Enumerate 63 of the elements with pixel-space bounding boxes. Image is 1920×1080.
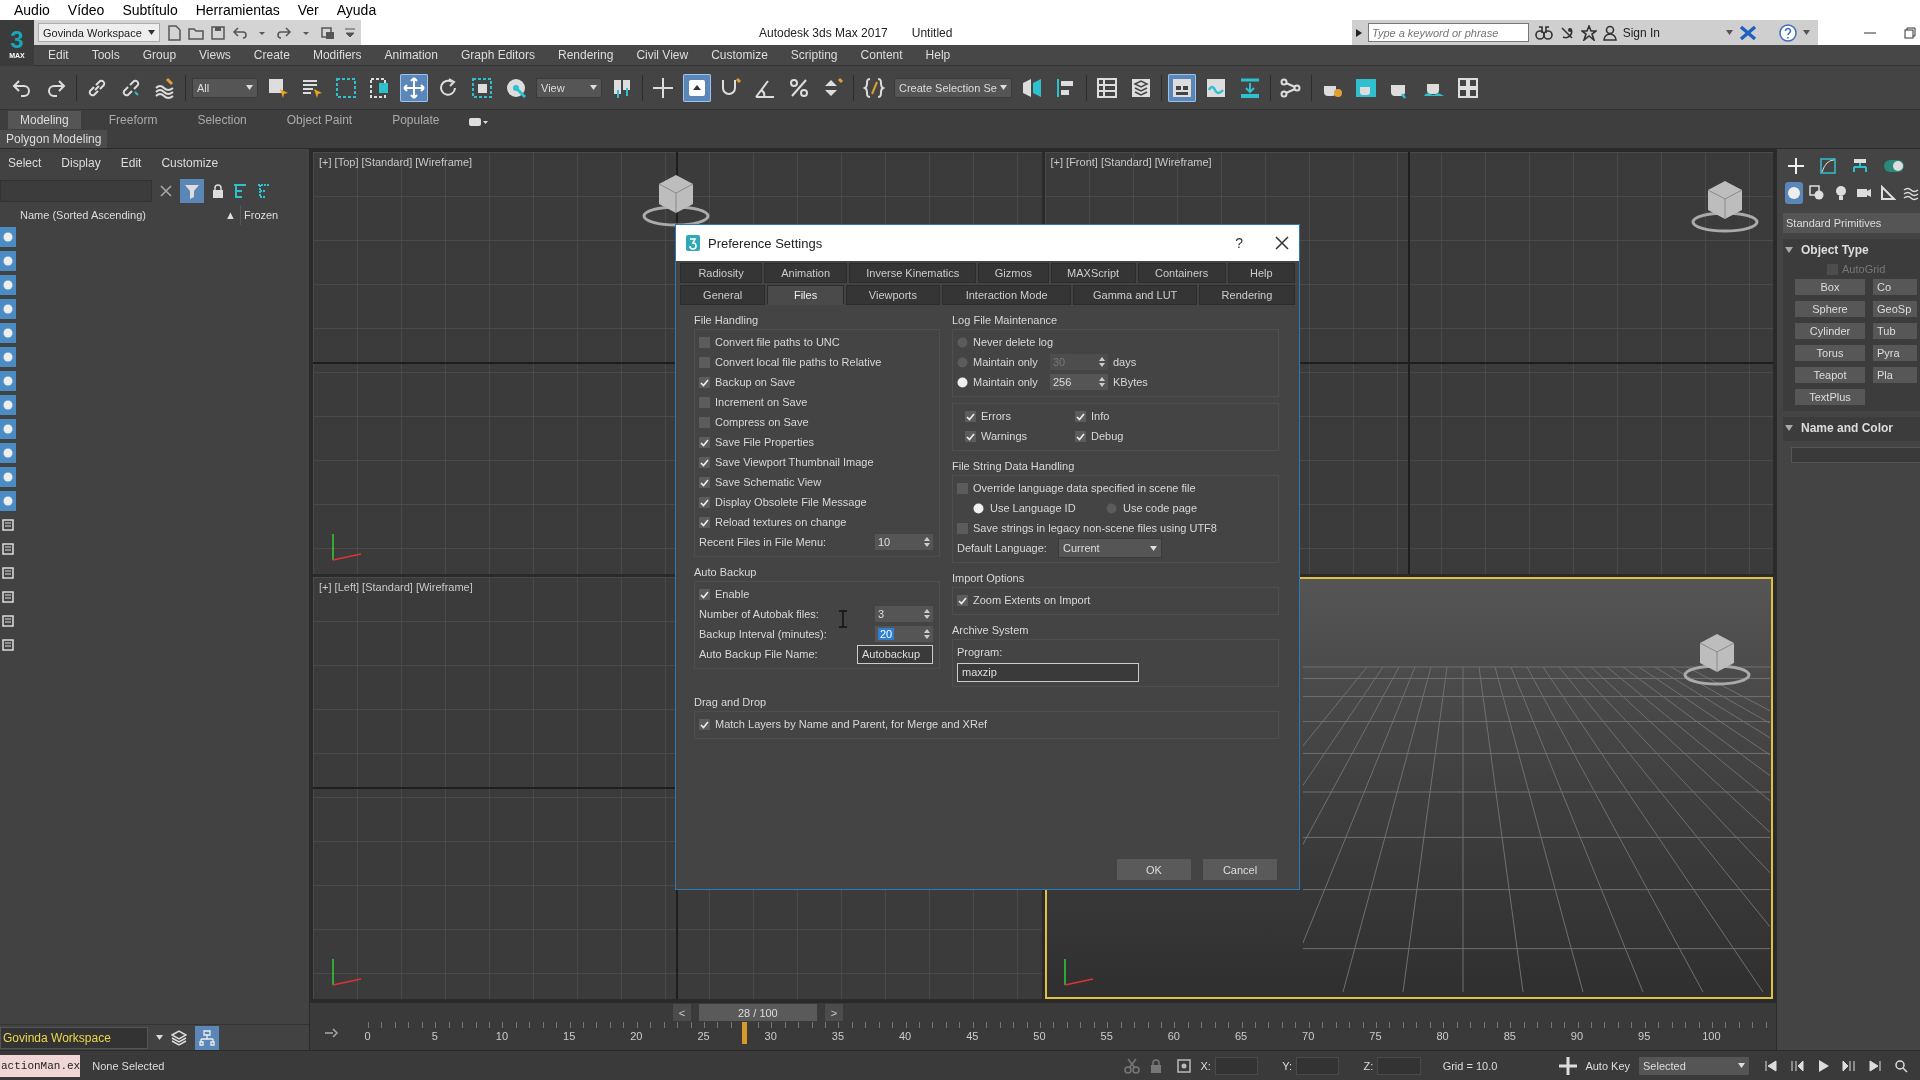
- checkbox-label: Zoom Extents on Import: [973, 594, 1091, 606]
- checkbox-label: Backup on Save: [715, 376, 796, 388]
- coordinate-label: Z:: [1363, 1059, 1374, 1072]
- frame-number: 60: [1167, 1030, 1180, 1042]
- frame-number: 95: [1638, 1030, 1651, 1042]
- frame-number: 80: [1436, 1030, 1449, 1042]
- checkbox-label: Match Layers by Name and Parent, for Merge and XRef: [715, 718, 988, 730]
- group-title: Import Options: [952, 571, 1026, 586]
- frame-number: 45: [966, 1030, 979, 1042]
- checkbox-label: Save Schematic View: [715, 476, 822, 488]
- unit-label: days: [1113, 356, 1137, 368]
- frame-number: 85: [1503, 1030, 1516, 1042]
- checkbox-label: Info: [1091, 410, 1110, 422]
- frame-number: 30: [764, 1030, 777, 1042]
- frame-number: 70: [1302, 1030, 1315, 1042]
- frame-number: 0: [364, 1030, 371, 1042]
- checkbox-label: Display Obsolete File Message: [715, 496, 867, 508]
- coordinate-label: Y:: [1282, 1059, 1292, 1072]
- radio-label: Maintain only: [973, 376, 1039, 388]
- sort-arrow: ▲: [225, 209, 236, 221]
- dialog-title: Preference Settings: [708, 235, 823, 251]
- frame-number: 20: [630, 1030, 643, 1042]
- group-title: Auto Backup: [694, 565, 758, 580]
- checkbox-label: Compress on Save: [715, 416, 809, 428]
- group-title: Archive System: [952, 623, 1030, 638]
- checkbox-label: Errors: [981, 410, 1011, 422]
- frame-number: 15: [563, 1030, 576, 1042]
- field-label: Auto Backup File Name:: [699, 648, 818, 660]
- frame-number: 25: [697, 1030, 710, 1042]
- frame-number: 100: [1702, 1030, 1721, 1042]
- checkbox-label: Save File Properties: [715, 436, 815, 448]
- checkbox-label: Reload textures on change: [715, 516, 847, 528]
- checkbox-label: Warnings: [981, 430, 1028, 442]
- frame-number: 90: [1570, 1030, 1584, 1042]
- grid-size-text: Grid = 10.0: [1442, 1059, 1498, 1072]
- checkbox-label: Save Viewport Thumbnail Image: [715, 456, 874, 468]
- checkbox-label: Convert file paths to UNC: [715, 336, 840, 348]
- unit-label: KBytes: [1113, 376, 1148, 388]
- frame-number: 35: [831, 1030, 845, 1042]
- checkbox-label: Convert local file paths to Relative: [715, 356, 882, 368]
- group-title: Drag and Drop: [694, 695, 768, 710]
- field-label: Backup Interval (minutes):: [699, 628, 827, 640]
- field-label: Recent Files in File Menu:: [699, 536, 827, 548]
- frame-number: 55: [1100, 1030, 1113, 1042]
- frame-number: 10: [495, 1030, 509, 1042]
- frame-number: 5: [431, 1030, 438, 1042]
- checkbox-label: Increment on Save: [715, 396, 808, 408]
- group-title: File Handling: [694, 313, 760, 328]
- document-name: Untitled: [911, 25, 953, 40]
- radio-label: Use code page: [1123, 502, 1197, 514]
- coordinate-label: X:: [1200, 1059, 1211, 1072]
- frame-number: 50: [1033, 1030, 1046, 1042]
- frame-number: 65: [1234, 1030, 1248, 1042]
- frame-number: 75: [1369, 1030, 1382, 1042]
- checkbox-label: Enable: [715, 588, 750, 600]
- status-prompt: None Selected: [92, 1059, 165, 1072]
- frame-number: 40: [898, 1030, 912, 1042]
- field-label: Number of Autobak files:: [699, 608, 819, 620]
- window-title: Autodesk 3ds Max 2017: [759, 25, 888, 40]
- field-label: Program:: [957, 646, 1003, 658]
- checkbox-label: Debug: [1091, 430, 1124, 442]
- checkbox-label: AutoGrid: [1842, 263, 1886, 275]
- radio-label: Maintain only: [973, 356, 1039, 368]
